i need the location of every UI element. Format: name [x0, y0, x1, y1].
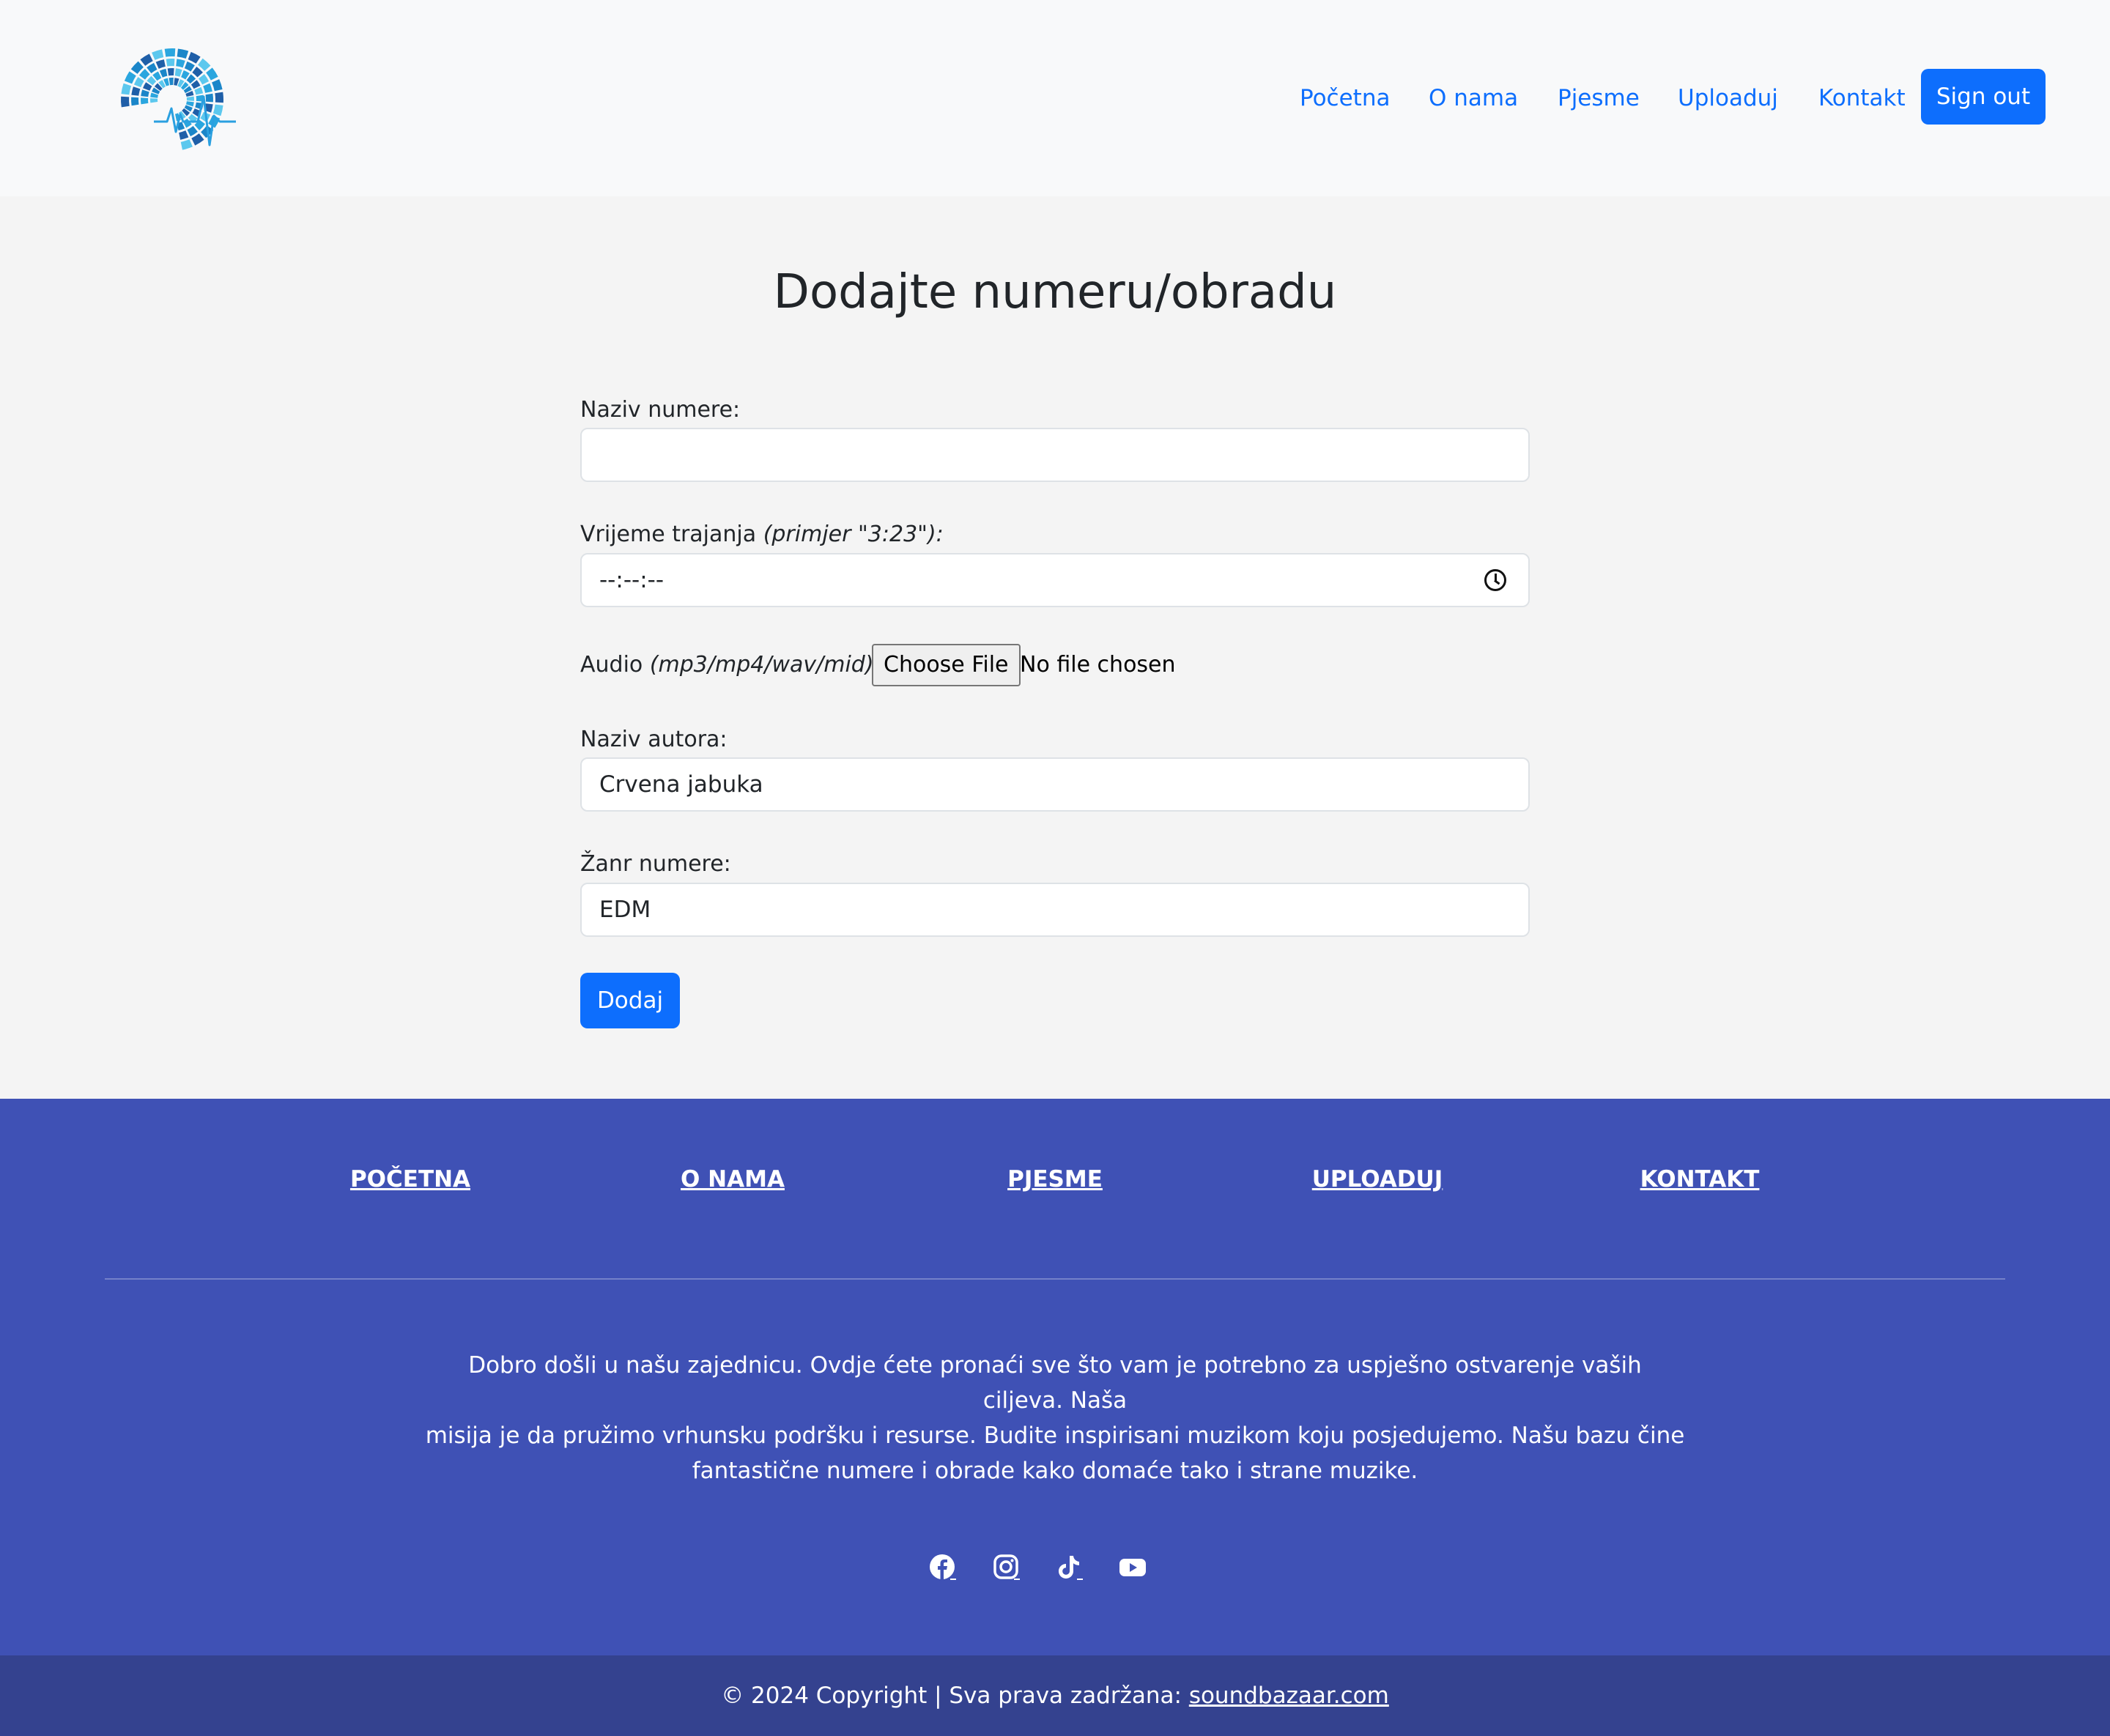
nav-songs[interactable]: Pjesme	[1558, 69, 1640, 127]
footer-link-about[interactable]: O NAMA	[681, 1166, 785, 1192]
footer-divider	[105, 1278, 2005, 1280]
author-input[interactable]: Crvena jabuka	[580, 757, 1530, 812]
duration-hint: (primjer "3:23"):	[763, 522, 944, 547]
logo-segment	[155, 59, 166, 69]
logo-segment	[166, 59, 175, 67]
facebook-icon[interactable]	[928, 1553, 958, 1582]
footer-link-home[interactable]: POČETNA	[350, 1166, 470, 1192]
logo-segment	[176, 59, 185, 68]
submit-button[interactable]: Dodaj	[580, 973, 680, 1028]
audio-label: Audio (mp3/mp4/wav/mid):	[580, 652, 881, 678]
duration-label-text: Vrijeme trajanja	[580, 522, 757, 547]
author-label: Naziv autora:	[580, 727, 728, 752]
copyright-link[interactable]: soundbazaar.com	[1189, 1683, 1389, 1709]
audio-label-text: Audio	[580, 652, 643, 678]
choose-file-button[interactable]: Choose File	[872, 644, 1021, 686]
footer-description: Dobro došli u našu zajednicu. Ovdje ćete…	[425, 1348, 1685, 1488]
song-name-input[interactable]	[580, 428, 1530, 482]
duration-value: --:--:--	[599, 567, 665, 593]
footer-text-line: Dobro došli u našu zajednicu. Ovdje ćete…	[468, 1352, 1642, 1414]
logo-segment	[188, 51, 201, 64]
logo-segment	[152, 49, 164, 60]
navbar: Početna O nama Pjesme Uploaduj Kontakt S…	[0, 0, 2110, 196]
logo-segment	[179, 130, 189, 140]
logo-segment	[191, 133, 204, 146]
nav-contact[interactable]: Kontakt	[1818, 69, 1906, 127]
tiktok-icon[interactable]	[1055, 1553, 1084, 1582]
youtube-icon[interactable]	[1118, 1553, 1147, 1582]
file-status: No file chosen	[1020, 652, 1176, 678]
logo-segment	[180, 139, 193, 150]
footer-link-upload[interactable]: UPLOADUJ	[1312, 1166, 1443, 1192]
nav-home[interactable]: Početna	[1300, 69, 1390, 127]
footer-text-line: misija je da pružimo vrhunsku podršku i …	[425, 1422, 1685, 1449]
logo-segment	[177, 48, 189, 59]
audio-hint: (mp3/mp4/wav/mid):	[649, 652, 881, 678]
genre-label: Žanr numere:	[580, 851, 731, 877]
footer: POČETNA O NAMA PJESME UPLOADUJ KONTAKT D…	[0, 1099, 2110, 1655]
genre-input[interactable]: EDM	[580, 883, 1530, 937]
logo-segment	[140, 53, 153, 66]
footer-link-songs[interactable]: PJESME	[1007, 1166, 1103, 1192]
instagram-icon[interactable]	[992, 1553, 1021, 1582]
footer-text-line: fantastične numere i obrade kako domaće …	[692, 1458, 1418, 1484]
nav-upload[interactable]: Uploaduj	[1678, 69, 1778, 127]
duration-input[interactable]: --:--:--	[580, 553, 1530, 607]
nav-links: Početna O nama Pjesme Uploaduj Kontakt	[0, 69, 2110, 127]
page-title: Dodajte numeru/obradu	[773, 265, 1337, 319]
nav-about[interactable]: O nama	[1429, 69, 1518, 127]
footer-link-contact[interactable]: KONTAKT	[1640, 1166, 1760, 1192]
song-name-label: Naziv numere:	[580, 397, 741, 423]
duration-label: Vrijeme trajanja (primjer "3:23"):	[580, 522, 944, 547]
logo-segment	[164, 48, 176, 57]
copyright-text: © 2024 Copyright | Sva prava zadržana:	[721, 1683, 1189, 1709]
copyright-bar: © 2024 Copyright | Sva prava zadržana: s…	[0, 1655, 2110, 1736]
clock-icon[interactable]	[1484, 569, 1506, 591]
logo-segment	[187, 125, 198, 137]
sign-out-button[interactable]: Sign out	[1921, 69, 2046, 125]
